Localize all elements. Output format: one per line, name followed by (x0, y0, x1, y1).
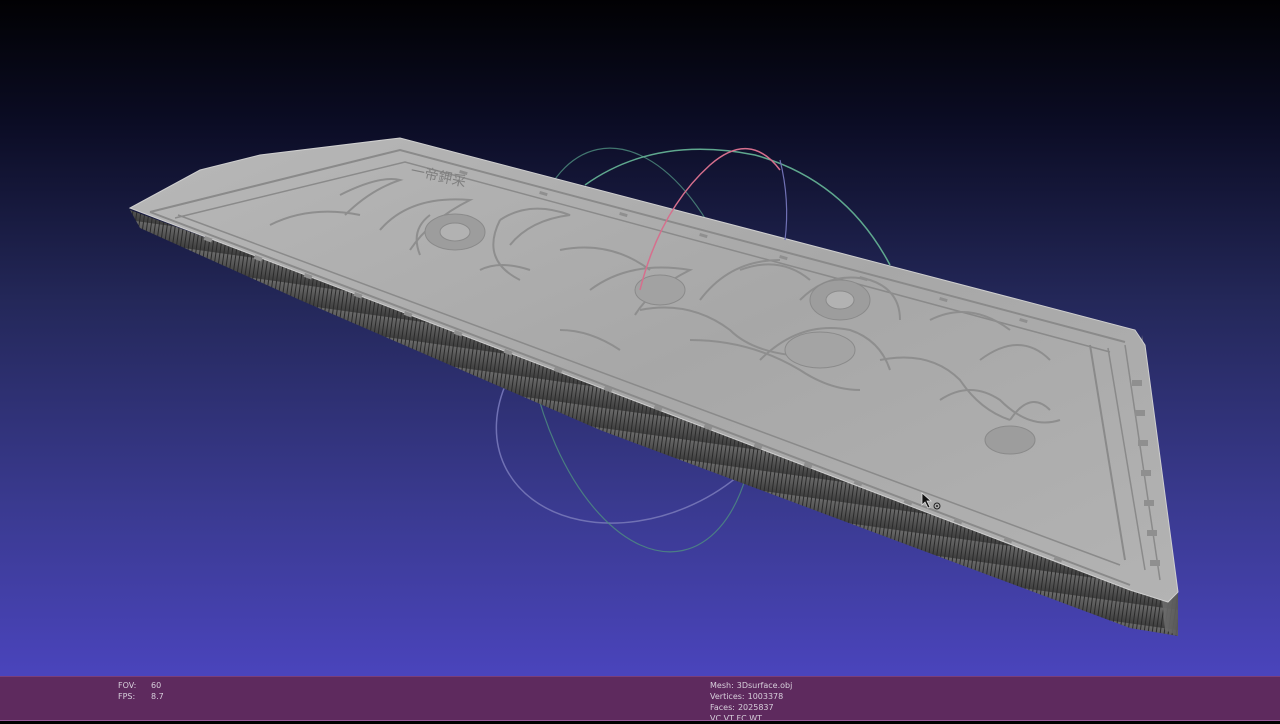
attributes-label: VC VT FC WT (710, 714, 763, 723)
carved-relief-panel-mesh[interactable] (128, 137, 1179, 603)
vertices-readout: Vertices: 1003378 (710, 691, 792, 702)
fps-label: FPS: (118, 692, 136, 701)
faces-readout: Faces: 2025837 (710, 702, 792, 713)
fov-label: FOV: (118, 681, 137, 690)
status-bar: FOV: 60 FPS: 8.7 Mesh: 3Dsurface.obj Ver… (0, 676, 1280, 724)
vertices-label: Vertices: (710, 692, 745, 701)
faces-value: 2025837 (737, 703, 774, 712)
fps-readout: FPS: 8.7 (118, 691, 164, 702)
fov-readout: FOV: 60 (118, 680, 164, 691)
mesh-label: Mesh: (710, 681, 734, 690)
fps-value: 8.7 (151, 692, 164, 701)
mouse-cursor-icon (921, 492, 941, 510)
fov-value: 60 (151, 681, 162, 690)
faces-label: Faces: (710, 703, 735, 712)
scene-canvas[interactable]: 一帝鉀采 (0, 0, 1280, 676)
status-bar-divider (0, 720, 1280, 721)
mesh-info: Mesh: 3Dsurface.obj Vertices: 1003378 Fa… (710, 680, 792, 724)
mesh-name-readout: Mesh: 3Dsurface.obj (710, 680, 792, 691)
view-info: FOV: 60 FPS: 8.7 (118, 680, 164, 702)
mesh-value: 3Dsurface.obj (736, 681, 793, 690)
attributes-readout: VC VT FC WT (710, 713, 792, 724)
vertices-value: 1003378 (747, 692, 784, 701)
3d-viewport[interactable]: 一帝鉀采 (0, 0, 1280, 676)
